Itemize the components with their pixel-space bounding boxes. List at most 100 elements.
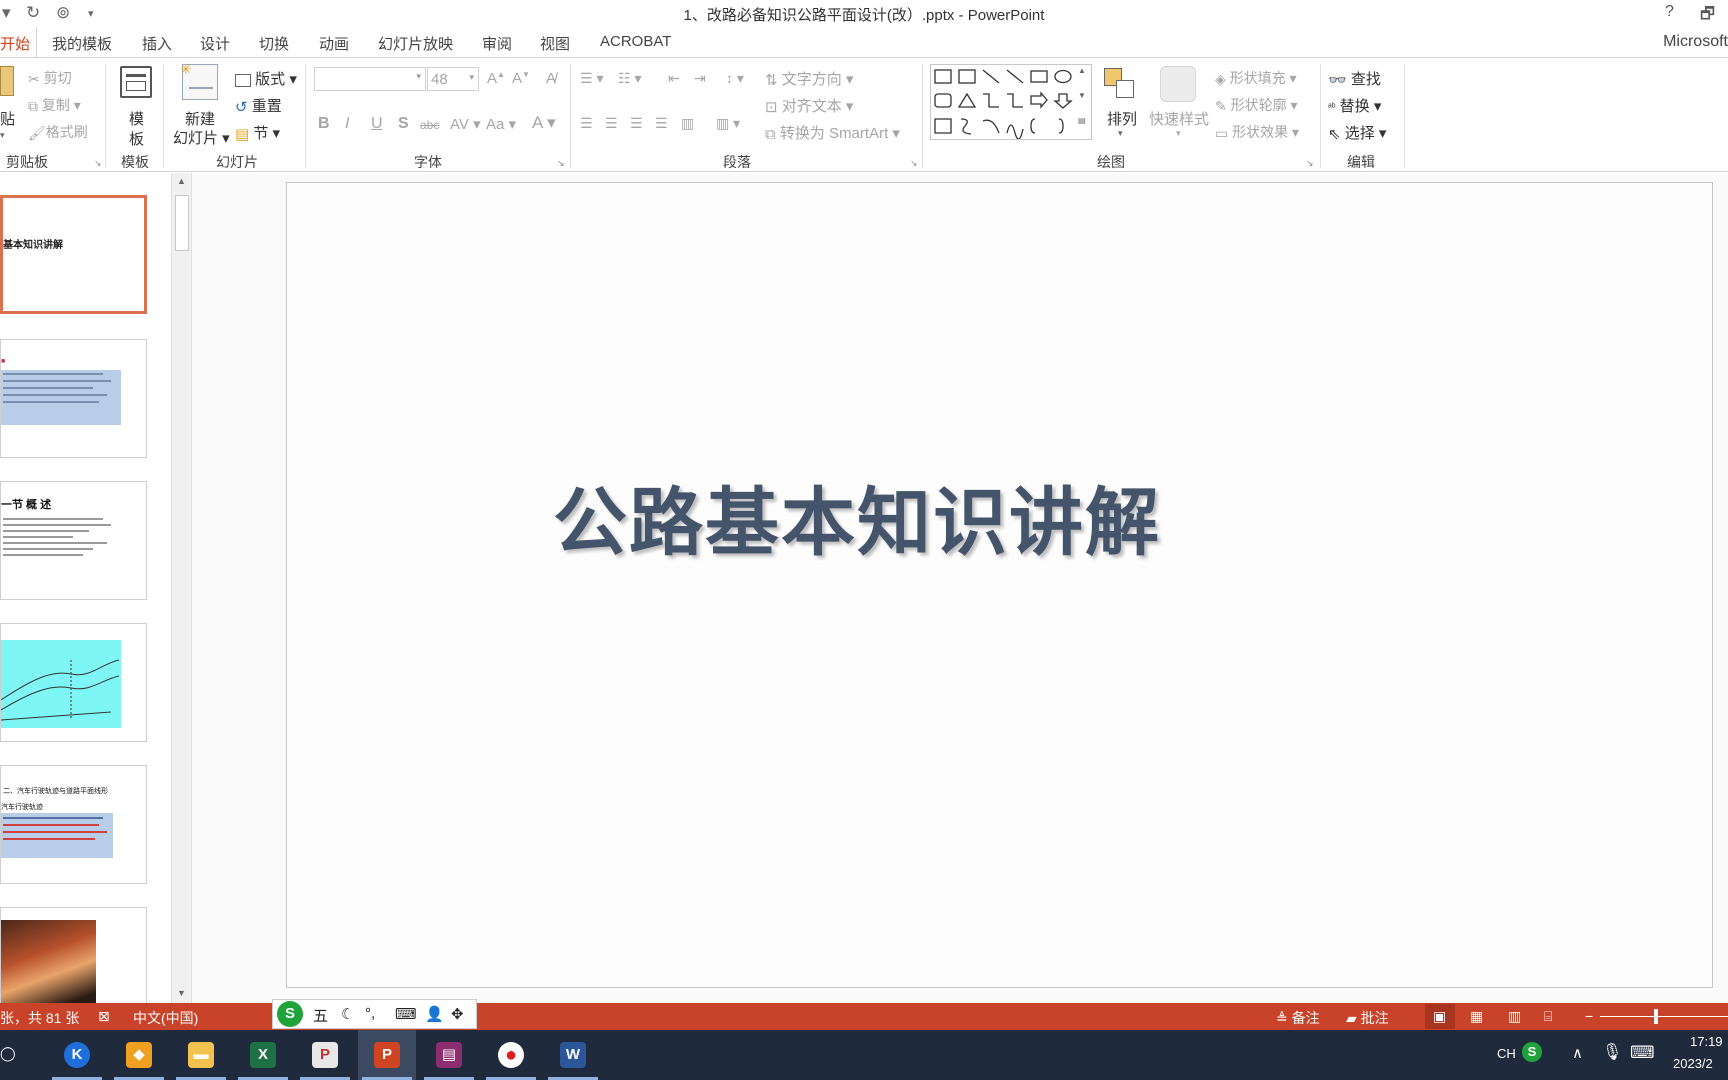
shape-fill-button[interactable]: ◈ 形状填充 ▾	[1215, 68, 1297, 88]
slide-thumbnail-6[interactable]	[0, 907, 147, 1003]
bold-icon[interactable]: B	[318, 115, 330, 133]
new-slide-icon[interactable]: ✳	[180, 61, 218, 100]
normal-view-icon[interactable]: ▣	[1425, 1004, 1455, 1029]
scroll-down-icon[interactable]: ▼	[177, 988, 186, 998]
shadow-text-icon[interactable]: S	[398, 115, 409, 133]
slide-thumbnail-5[interactable]: 二、汽车行驶轨迹与道路平面线形 汽车行驶轨迹	[0, 765, 147, 884]
zoom-slider-thumb[interactable]	[1654, 1009, 1658, 1024]
taskbar-app-recorder[interactable]: ●	[482, 1030, 540, 1080]
italic-icon[interactable]: I	[345, 115, 349, 133]
spellcheck-icon[interactable]: ⊠	[98, 1008, 110, 1025]
drawing-launcher-icon[interactable]: ↘	[1306, 158, 1314, 169]
sogou-ime-icon[interactable]: S	[277, 1001, 303, 1027]
paste-button[interactable]: 贴	[0, 108, 15, 129]
clock-time[interactable]: 17:19	[1690, 1034, 1723, 1049]
char-spacing-icon[interactable]: AV ▾	[450, 115, 481, 133]
account-name[interactable]: Microsoft	[1663, 33, 1728, 51]
align-right-icon[interactable]: ☰	[630, 115, 643, 132]
tab-my-templates[interactable]: 我的模板	[52, 33, 112, 54]
zoom-slider-track[interactable]	[1600, 1016, 1728, 1017]
taskbar-app-shield[interactable]: ◆	[110, 1030, 168, 1080]
taskbar-app-pdf[interactable]: P	[296, 1030, 354, 1080]
moon-icon[interactable]: ☾	[341, 1005, 354, 1023]
tab-view[interactable]: 视图	[540, 33, 570, 54]
taskbar-app-powerpoint[interactable]: P	[358, 1030, 416, 1080]
strikethrough-icon[interactable]: abc	[420, 118, 439, 132]
sogou-tray-icon[interactable]: S	[1522, 1042, 1542, 1062]
align-text-button[interactable]: ⊡ 对齐文本 ▾	[765, 95, 853, 116]
toolbox-icon[interactable]: ✥	[451, 1005, 464, 1023]
scroll-up-icon[interactable]: ▲	[177, 176, 186, 186]
language-indicator[interactable]: 中文(中国)	[133, 1008, 198, 1028]
gallery-scroll-down-icon[interactable]: ▼	[1078, 91, 1086, 100]
justify-icon[interactable]: ☰	[655, 115, 668, 132]
taskbar-app-word[interactable]: W	[544, 1030, 602, 1080]
grow-font-icon[interactable]: A▲	[487, 70, 505, 87]
paste-clipboard-icon[interactable]	[0, 66, 14, 96]
tab-slideshow[interactable]: 幻灯片放映	[378, 33, 453, 54]
clock-date[interactable]: 2023/2	[1673, 1056, 1713, 1071]
quick-styles-icon[interactable]	[1160, 66, 1196, 102]
taskbar-app-excel[interactable]: X	[234, 1030, 292, 1080]
numbering-icon[interactable]: ☷ ▾	[618, 70, 641, 87]
replace-button[interactable]: ᵃᵇ 替换 ▾	[1328, 95, 1381, 116]
shape-outline-button[interactable]: ✎ 形状轮廓 ▾	[1215, 95, 1298, 115]
restore-ribbon-button[interactable]: 🗗	[1700, 3, 1715, 30]
template-icon[interactable]	[120, 66, 152, 98]
scrollbar-thumb[interactable]	[175, 195, 189, 251]
zoom-out-icon[interactable]: −	[1585, 1008, 1593, 1024]
new-slide-label-line2[interactable]: 幻灯片 ▾	[173, 127, 230, 148]
text-direction-button[interactable]: ⇅ 文字方向 ▾	[765, 68, 853, 89]
shape-effects-button[interactable]: ▭ 形状效果 ▾	[1215, 122, 1299, 142]
taskbar-app-k[interactable]: K	[48, 1030, 106, 1080]
tab-insert[interactable]: 插入	[142, 33, 172, 54]
user-icon[interactable]: 👤	[425, 1005, 444, 1023]
help-button[interactable]: ?	[1665, 3, 1674, 21]
comments-button[interactable]: ▰ 批注	[1346, 1008, 1389, 1028]
increase-indent-icon[interactable]: ⇥	[694, 70, 706, 87]
slide-sorter-icon[interactable]: ▦	[1470, 1008, 1483, 1025]
arrange-button[interactable]: 排列	[1107, 108, 1137, 129]
start-partial-icon[interactable]: ◯	[0, 1045, 16, 1062]
paragraph-launcher-icon[interactable]: ↘	[910, 158, 918, 169]
clipboard-launcher-icon[interactable]: ↘	[94, 158, 102, 169]
tab-review[interactable]: 审阅	[482, 33, 512, 54]
slide-thumbnail-1[interactable]: 基本知识讲解	[0, 195, 147, 314]
taskbar-app-winrar[interactable]: ▤	[420, 1030, 478, 1080]
tab-transitions[interactable]: 切换	[259, 33, 289, 54]
tab-acrobat[interactable]: ACROBAT	[600, 33, 671, 50]
ime-language-indicator[interactable]: CH	[1497, 1046, 1516, 1061]
format-painter-button[interactable]: 🖌格式刷	[28, 122, 88, 142]
taskbar-app-explorer[interactable]: ▬	[172, 1030, 230, 1080]
font-size-combobox[interactable]: 48 ▾	[427, 67, 479, 91]
slide-canvas[interactable]: 公路基本知识讲解	[286, 182, 1713, 988]
columns-icon[interactable]: ▥ ▾	[716, 115, 740, 132]
align-left-icon[interactable]: ☰	[580, 115, 593, 132]
arrange-icon[interactable]	[1102, 66, 1138, 102]
tab-animations[interactable]: 动画	[319, 33, 349, 54]
select-button[interactable]: ⇖ 选择 ▾	[1328, 122, 1386, 143]
slideshow-view-icon[interactable]: ⌸	[1544, 1008, 1552, 1025]
decrease-indent-icon[interactable]: ⇤	[668, 70, 680, 87]
shrink-font-icon[interactable]: A▼	[512, 70, 530, 87]
gallery-more-icon[interactable]: ▤	[1078, 116, 1086, 125]
ime-toolbar[interactable]: S 五 ☾ °, ⌨ 👤 ✥	[272, 999, 477, 1029]
new-slide-label-line1[interactable]: 新建	[185, 108, 215, 129]
punctuation-icon[interactable]: °,	[365, 1005, 375, 1022]
slide-thumbnail-4[interactable]	[0, 623, 147, 742]
align-center-icon[interactable]: ☰	[605, 115, 618, 132]
font-name-combobox[interactable]: ▾	[314, 67, 426, 91]
underline-icon[interactable]: U	[371, 115, 383, 133]
find-button[interactable]: 👓 查找	[1328, 68, 1381, 89]
template-button-line2[interactable]: 板	[129, 128, 144, 149]
distributed-icon[interactable]: ▥	[681, 115, 694, 132]
layout-button[interactable]: 版式 ▾	[235, 68, 297, 89]
gallery-scroll-up-icon[interactable]: ▲	[1078, 66, 1086, 75]
quick-styles-dropdown-icon[interactable]: ▾	[1176, 128, 1181, 139]
tab-home[interactable]: 开始	[0, 27, 38, 58]
touch-keyboard-icon[interactable]: ⌨	[1630, 1043, 1655, 1063]
slide-title-text[interactable]: 公路基本知识讲解	[287, 463, 1427, 570]
change-case-icon[interactable]: Aa ▾	[486, 115, 516, 133]
font-launcher-icon[interactable]: ↘	[557, 158, 565, 169]
font-color-icon[interactable]: A ▾	[532, 113, 556, 133]
